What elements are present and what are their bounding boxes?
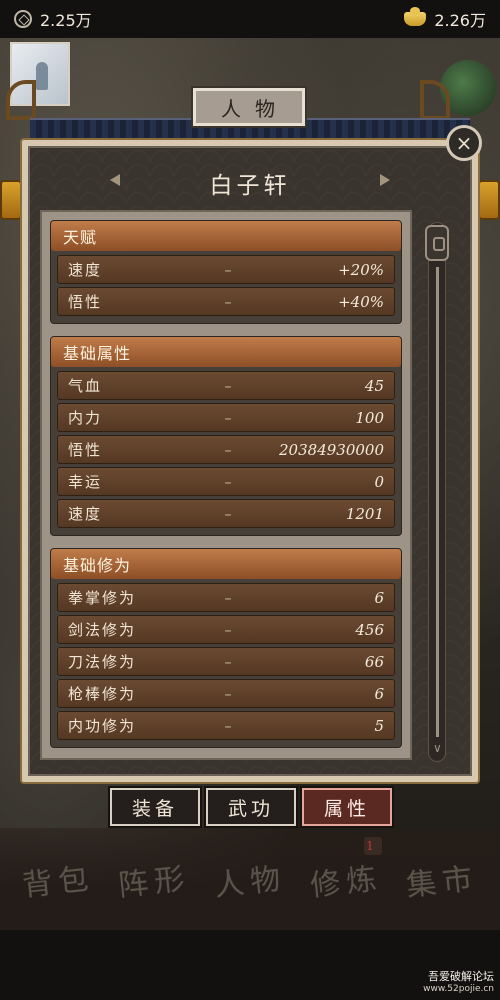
- nav-label: 阵形: [116, 861, 192, 904]
- attr-dash: –: [224, 652, 232, 671]
- attr-label: 剑法修为: [68, 621, 137, 639]
- lantern-left: [0, 180, 22, 220]
- coin-icon: [14, 10, 32, 28]
- attr-value: 1201: [345, 504, 384, 523]
- close-button[interactable]: ×: [446, 125, 482, 161]
- bottom-nav: 背包 阵形 人物 修炼 1 集市: [0, 828, 500, 930]
- attr-value: 5: [374, 716, 384, 735]
- attr-label: 悟性: [68, 293, 103, 311]
- list-item: 枪棒修为 – 6: [57, 679, 395, 708]
- section-talent: 天赋 速度 – +20% 悟性 – +40%: [50, 220, 402, 324]
- scroll-thumb-icon[interactable]: [425, 225, 449, 261]
- gold-counter: 2.26万: [404, 7, 486, 31]
- nav-label: 集市: [404, 861, 480, 904]
- attr-value: 6: [374, 684, 384, 703]
- gold-ingot-icon: [404, 7, 427, 26]
- attr-value: +40%: [338, 292, 384, 311]
- attr-dash: –: [224, 620, 232, 639]
- section-header: 基础属性: [51, 337, 401, 367]
- list-item: 悟性 – +40%: [57, 287, 395, 316]
- attr-dash: –: [224, 260, 232, 279]
- coin-value: 2.25万: [40, 11, 92, 30]
- tab-martial-arts[interactable]: 武功: [206, 788, 296, 826]
- attr-dash: –: [224, 292, 232, 311]
- attr-label: 气血: [68, 377, 103, 395]
- scrollbar[interactable]: ∨: [425, 222, 449, 762]
- watermark-title: 吾爱破解论坛: [428, 970, 494, 983]
- attr-label: 内力: [68, 409, 103, 427]
- close-icon: ×: [455, 131, 473, 155]
- attr-label: 刀法修为: [68, 653, 137, 671]
- notification-badge: 1: [364, 837, 382, 855]
- tab-equipment[interactable]: 装备: [110, 788, 200, 826]
- list-item: 速度 – +20%: [57, 255, 395, 284]
- attr-value: 66: [364, 652, 384, 671]
- resource-bar: 2.25万 2.26万: [0, 0, 500, 38]
- nav-training[interactable]: 修炼 1: [304, 837, 388, 921]
- list-item: 内功修为 – 5: [57, 711, 395, 740]
- nav-label: 修炼: [308, 861, 384, 904]
- chevron-down-icon[interactable]: ∨: [433, 741, 442, 755]
- attr-dash: –: [224, 472, 232, 491]
- attr-dash: –: [224, 684, 232, 703]
- attr-label: 拳掌修为: [68, 589, 137, 607]
- attribute-list[interactable]: 天赋 速度 – +20% 悟性 – +40% 基础属性 气血 – 45 内力 – 100 悟性 –…: [40, 210, 412, 760]
- site-watermark: 吾爱破解论坛 www.52pojie.cn: [423, 970, 494, 996]
- nav-label: 背包: [20, 861, 96, 904]
- attr-label: 内功修为: [68, 717, 137, 735]
- nav-character[interactable]: 人物: [208, 837, 292, 921]
- coin-counter: 2.25万: [14, 7, 92, 31]
- section-base-attributes: 基础属性 气血 – 45 内力 – 100 悟性 – 20384930000 幸运 – 0 速度…: [50, 336, 402, 536]
- list-item: 拳掌修为 – 6: [57, 583, 395, 612]
- section-base-cultivation: 基础修为 拳掌修为 – 6 剑法修为 – 456 刀法修为 – 66 枪棒修为 – 6 内功修为…: [50, 548, 402, 748]
- section-header: 基础修为: [51, 549, 401, 579]
- nav-formation[interactable]: 阵形: [112, 837, 196, 921]
- lantern-right: [478, 180, 500, 220]
- list-item: 内力 – 100: [57, 403, 395, 432]
- nav-market[interactable]: 集市: [400, 837, 484, 921]
- tab-attributes[interactable]: 属性: [302, 788, 392, 826]
- nav-label: 人物: [212, 861, 288, 904]
- name-ornament-right: [380, 174, 390, 186]
- section-header: 天赋: [51, 221, 401, 251]
- attr-value: +20%: [338, 260, 384, 279]
- nav-bag[interactable]: 背包: [16, 837, 100, 921]
- attr-value: 456: [355, 620, 384, 639]
- attr-label: 速度: [68, 505, 103, 523]
- attr-dash: –: [224, 376, 232, 395]
- panel-tabs: 装备 武功 属性: [110, 788, 392, 826]
- attr-dash: –: [224, 408, 232, 427]
- attr-value: 0: [374, 472, 384, 491]
- list-item: 速度 – 1201: [57, 499, 395, 528]
- attr-value: 45: [364, 376, 384, 395]
- list-item: 刀法修为 – 66: [57, 647, 395, 676]
- list-item: 剑法修为 – 456: [57, 615, 395, 644]
- attr-dash: –: [224, 716, 232, 735]
- attr-dash: –: [224, 440, 232, 459]
- attr-value: 100: [355, 408, 384, 427]
- attr-value: 6: [374, 588, 384, 607]
- character-name: 白子轩: [209, 173, 291, 199]
- avatar-figure: [36, 62, 48, 90]
- attr-dash: –: [224, 588, 232, 607]
- panel-title: 人物: [193, 88, 305, 126]
- scroll-track: [436, 267, 439, 737]
- roof-hook-left: [6, 80, 36, 120]
- attr-label: 幸运: [68, 473, 103, 491]
- attr-label: 枪棒修为: [68, 685, 137, 703]
- attr-label: 速度: [68, 261, 103, 279]
- list-item: 气血 – 45: [57, 371, 395, 400]
- attr-label: 悟性: [68, 441, 103, 459]
- attr-dash: –: [224, 504, 232, 523]
- gold-value: 2.26万: [434, 11, 486, 30]
- list-item: 悟性 – 20384930000: [57, 435, 395, 464]
- watermark-url: www.52pojie.cn: [423, 984, 494, 994]
- list-item: 幸运 – 0: [57, 467, 395, 496]
- attr-value: 20384930000: [279, 440, 384, 459]
